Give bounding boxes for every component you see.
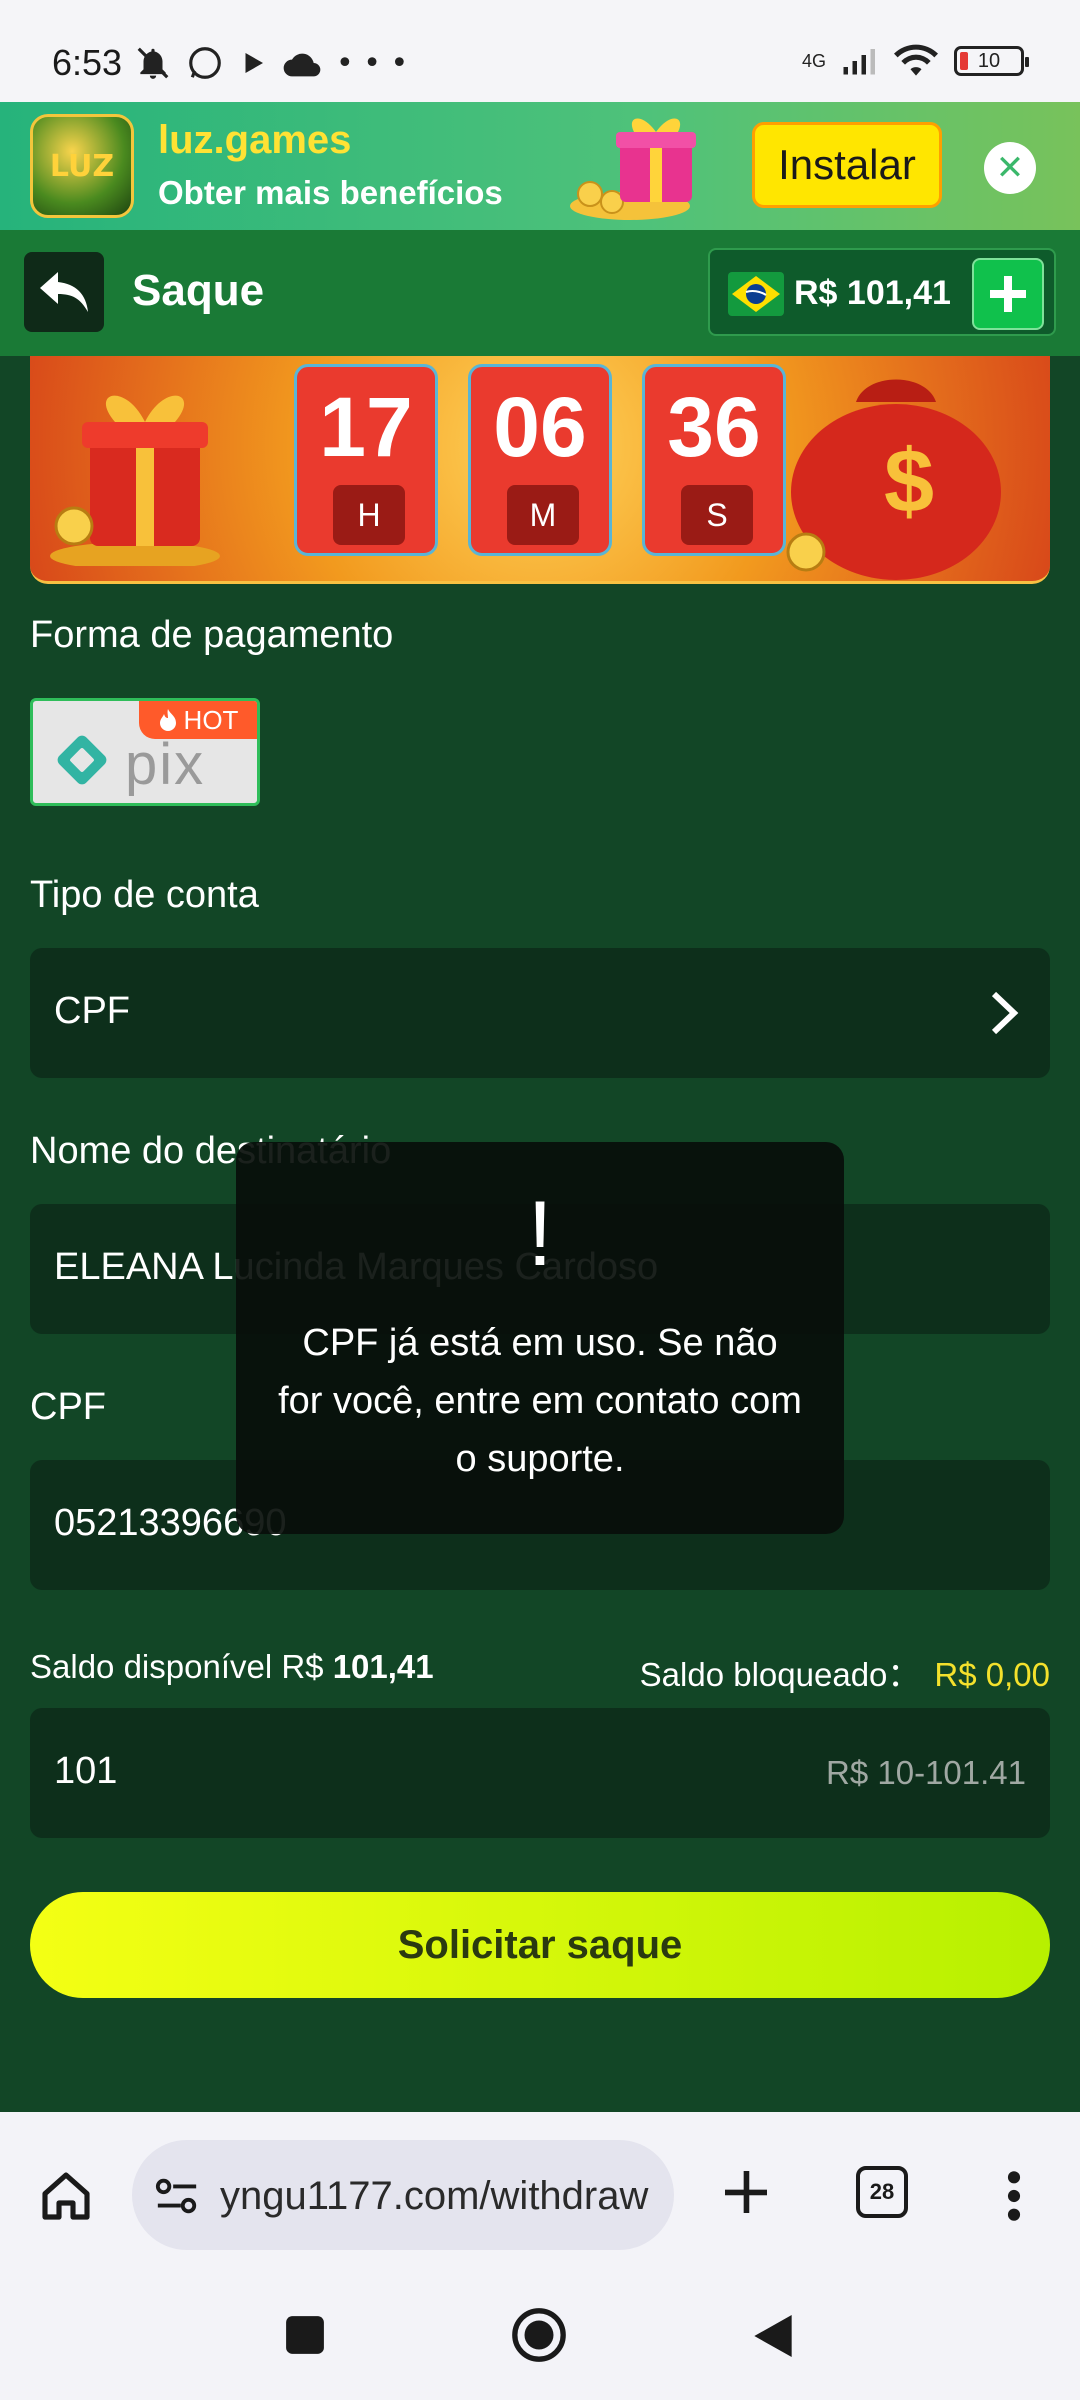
seconds-value: 36: [667, 380, 761, 474]
pix-payment-option[interactable]: pix HOT: [30, 698, 260, 806]
network-type: 4G: [801, 50, 826, 71]
toast-message: CPF já está em uso. Se não for você, ent…: [278, 1322, 802, 1480]
minutes-value: 06: [493, 380, 587, 474]
back-button[interactable]: [24, 252, 104, 332]
chevron-right-icon: [991, 991, 1019, 1035]
minutes-unit: M: [507, 485, 579, 545]
cpf-label: CPF: [30, 1386, 106, 1428]
hot-badge: HOT: [139, 701, 257, 739]
amount-field[interactable]: 101 R$ 10-101.41: [30, 1708, 1050, 1838]
browser-toolbar: yngu1177.com/withdraw 28: [0, 2112, 1080, 2282]
withdraw-page: Saque R$ 101,41 $ 17 H 06 M 36 S Forma d…: [0, 230, 1080, 2112]
amount-range-hint: R$ 10-101.41: [826, 1754, 1026, 1791]
plus-icon: [990, 276, 1026, 312]
balance-amount: R$ 101,41: [794, 274, 951, 312]
site-settings-icon[interactable]: [154, 2176, 200, 2216]
account-type-select[interactable]: CPF: [30, 948, 1050, 1078]
more-menu-icon[interactable]: [1000, 2168, 1028, 2224]
url-text: yngu1177.com/withdraw: [220, 2174, 649, 2218]
home-button-icon[interactable]: [510, 2306, 568, 2364]
blocked-balance: Saldo bloqueado： R$ 0,00: [639, 1656, 1050, 1693]
back-button-icon[interactable]: [752, 2312, 794, 2360]
pix-label: pix: [125, 732, 206, 797]
signal-icon: [843, 49, 875, 75]
blocked-balance-value: R$ 0,00: [934, 1656, 1050, 1693]
account-type-value: CPF: [54, 990, 130, 1032]
page-header: Saque R$ 101,41: [0, 230, 1080, 356]
promo-countdown-banner: $ 17 H 06 M 36 S: [30, 356, 1050, 584]
address-bar[interactable]: yngu1177.com/withdraw: [132, 2140, 674, 2250]
request-withdraw-button[interactable]: Solicitar saque: [30, 1892, 1050, 1998]
amount-value: 101: [54, 1750, 118, 1792]
available-balance: Saldo disponível R$ 101,41: [30, 1648, 434, 1685]
bell-off-icon: [137, 47, 169, 79]
account-type-label: Tipo de conta: [30, 874, 259, 916]
clock: 6:53: [52, 42, 123, 83]
ad-tagline: Obter mais benefícios: [158, 174, 503, 211]
install-button[interactable]: Instalar: [752, 122, 942, 208]
error-toast: ! CPF já está em uso. Se não for você, e…: [236, 1142, 844, 1534]
hours-box: 17 H: [294, 364, 438, 556]
money-bag-illustration: $: [786, 379, 1001, 580]
flame-icon: [159, 709, 176, 731]
system-icons: 4G 10: [801, 44, 1029, 78]
home-icon[interactable]: [38, 2168, 94, 2224]
seconds-box: 36 S: [642, 364, 786, 556]
pix-logo-icon: [57, 735, 107, 785]
close-icon[interactable]: ✕: [984, 142, 1036, 194]
hours-value: 17: [319, 380, 413, 474]
new-tab-icon[interactable]: [718, 2164, 774, 2220]
minutes-box: 06 M: [468, 364, 612, 556]
wifi-icon: [894, 44, 938, 76]
gift-box-icon: [570, 118, 696, 220]
status-bar: 6:53 • • • 4G 10: [0, 0, 1080, 102]
gift-illustration: [50, 395, 220, 566]
notification-icons: • • •: [134, 44, 408, 82]
play-icon: [245, 53, 263, 73]
deposit-button[interactable]: [972, 258, 1044, 330]
more-notifications-icon: • • •: [336, 45, 409, 81]
ad-app-name: luz.games: [158, 118, 352, 162]
seconds-unit: S: [681, 485, 753, 545]
tab-switcher-button[interactable]: 28: [856, 2166, 908, 2218]
hours-unit: H: [333, 485, 405, 545]
available-balance-value: 101,41: [332, 1648, 434, 1685]
balance-widget: R$ 101,41: [708, 248, 1056, 336]
battery-icon: 10: [954, 46, 1029, 76]
cloud-icon: [283, 53, 321, 77]
install-app-banner[interactable]: LUZ luz.games Obter mais benefícios Inst…: [0, 102, 1080, 230]
page-title: Saque: [132, 266, 265, 315]
brazil-flag-icon: [728, 272, 784, 316]
whatsapp-icon: [189, 47, 221, 79]
svg-text:$: $: [884, 432, 934, 532]
payment-method-label: Forma de pagamento: [30, 614, 394, 656]
back-arrow-icon: [40, 272, 88, 312]
alert-icon: !: [527, 1183, 553, 1285]
recent-apps-icon[interactable]: [284, 2314, 326, 2356]
system-navigation-bar: [0, 2282, 1080, 2400]
app-logo: LUZ: [30, 114, 134, 218]
